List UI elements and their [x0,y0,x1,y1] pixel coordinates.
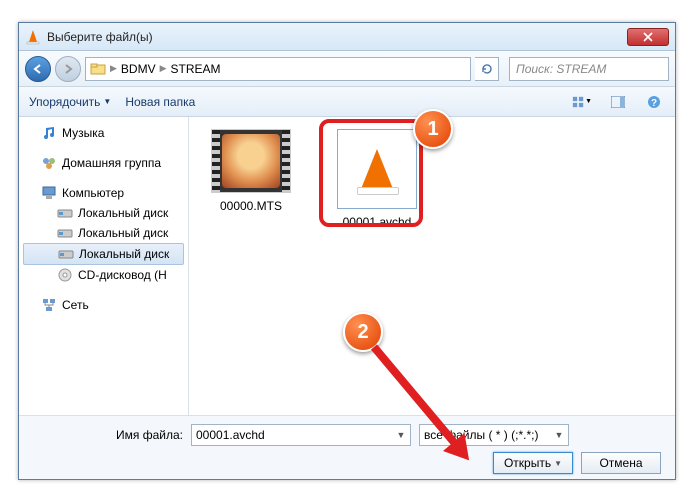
open-button[interactable]: Открыть ▼ [493,452,573,474]
chevron-down-icon: ▼ [585,98,592,105]
new-folder-button[interactable]: Новая папка [125,95,195,109]
filename-label: Имя файла: [33,428,183,442]
arrow-left-icon [32,63,44,75]
chevron-down-icon: ▼ [103,97,111,106]
toolbar: Упорядочить ▼ Новая папка ▼ ? [19,87,675,117]
forward-button[interactable] [55,56,81,82]
vlc-cone-icon [25,29,41,45]
sidebar-item-music[interactable]: Музыка [23,123,184,143]
sidebar-item-computer[interactable]: Компьютер [23,183,184,203]
video-thumbnail [211,129,291,193]
chevron-icon: ▶ [110,63,117,74]
sidebar-item-homegroup[interactable]: Домашняя группа [23,153,184,173]
preview-pane-button[interactable] [607,92,629,112]
help-button[interactable]: ? [643,92,665,112]
panel-icon [611,96,625,108]
file-list[interactable]: 00000.MTS 00001.avchd 1 [189,117,675,415]
filetype-select[interactable]: все файлы ( * ) (;*.*;) ▼ [419,424,569,446]
sidebar-item-disk-selected[interactable]: Локальный диск [23,243,184,265]
arrow-right-icon [62,63,74,75]
refresh-icon [481,63,493,75]
folder-icon [90,61,106,77]
disk-icon [57,205,73,221]
chevron-icon: ▶ [160,63,167,74]
address-bar[interactable]: ▶ BDMV ▶ STREAM [85,57,471,81]
file-name-label: 00000.MTS [201,199,301,213]
tiles-icon [572,95,584,109]
content-area: Музыка Домашняя группа Компьютер Локальн… [19,117,675,415]
footer: Имя файла: 00001.avchd ▼ все файлы ( * )… [19,415,675,479]
close-button[interactable] [627,28,669,46]
computer-icon [41,185,57,201]
search-placeholder: Поиск: STREAM [516,62,606,76]
music-icon [41,125,57,141]
file-dialog-window: Выберите файл(ы) ▶ BDMV ▶ STREAM Поиск: … [18,22,676,480]
network-icon [41,297,57,313]
back-button[interactable] [25,56,51,82]
vlc-cone-icon [361,149,393,189]
homegroup-icon [41,155,57,171]
sidebar-item-cdrom[interactable]: CD-дисковод (H [23,265,184,285]
chevron-down-icon: ▼ [552,430,566,440]
window-title: Выберите файл(ы) [47,30,627,44]
disk-icon [58,246,74,262]
titlebar: Выберите файл(ы) [19,23,675,51]
help-icon: ? [647,95,661,109]
file-item[interactable]: 00000.MTS [201,129,301,213]
breadcrumb[interactable]: BDMV [121,62,156,76]
close-icon [643,32,653,42]
chevron-down-icon: ▼ [394,430,408,440]
sidebar: Музыка Домашняя группа Компьютер Локальн… [19,117,189,415]
svg-text:?: ? [651,98,657,109]
file-name-label: 00001.avchd [327,215,427,229]
sidebar-item-disk[interactable]: Локальный диск [23,223,184,243]
file-thumbnail [337,129,417,209]
filename-input[interactable]: 00001.avchd ▼ [191,424,411,446]
search-input[interactable]: Поиск: STREAM [509,57,669,81]
split-chevron-icon: ▼ [554,459,562,468]
organize-button[interactable]: Упорядочить ▼ [29,95,111,109]
sidebar-item-disk[interactable]: Локальный диск [23,203,184,223]
refresh-button[interactable] [475,57,499,81]
navbar: ▶ BDMV ▶ STREAM Поиск: STREAM [19,51,675,87]
breadcrumb[interactable]: STREAM [171,62,221,76]
view-mode-button[interactable]: ▼ [571,92,593,112]
cdrom-icon [57,267,73,283]
annotation-badge: 1 [413,109,453,149]
file-item-selected[interactable]: 00001.avchd 1 [327,129,427,229]
annotation-badge: 2 [343,312,383,352]
sidebar-item-network[interactable]: Сеть [23,295,184,315]
cancel-button[interactable]: Отмена [581,452,661,474]
disk-icon [57,225,73,241]
